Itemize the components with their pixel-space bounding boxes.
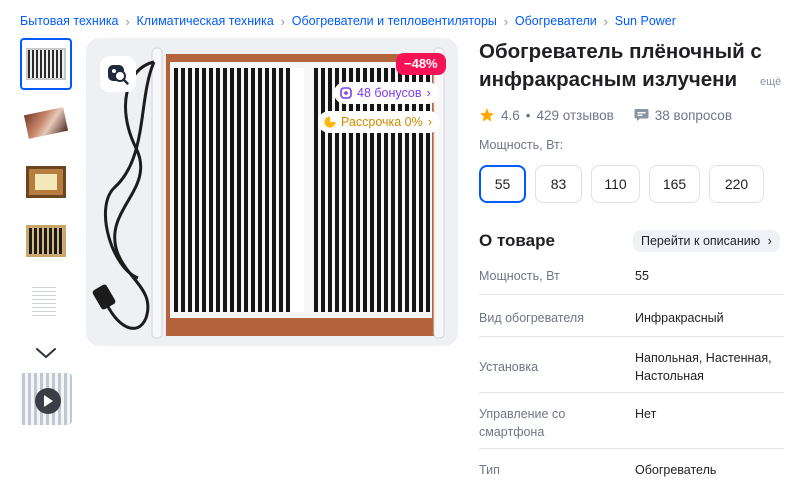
chat-icon	[634, 109, 649, 121]
chevron-right-icon: ›	[125, 13, 130, 29]
thumbnail-1[interactable]	[20, 38, 72, 90]
spec-row: Установка Напольная, Настенная, Настольн…	[479, 337, 784, 393]
spec-key: Мощность, Вт	[479, 269, 560, 283]
star-icon	[480, 108, 494, 122]
reviews-link[interactable]: 429 отзывов	[537, 108, 614, 123]
breadcrumb: Бытовая техника › Климатическая техника …	[20, 12, 676, 30]
thumbnail-image	[26, 48, 66, 80]
installment-badge-label: Рассрочка 0%	[341, 115, 423, 129]
dot-separator: •	[525, 107, 531, 123]
breadcrumb-item[interactable]: Климатическая техника	[137, 14, 274, 28]
thumbnail-video[interactable]	[20, 373, 72, 425]
spec-value: Нет	[635, 407, 657, 421]
power-label: Мощность, Вт:	[479, 138, 564, 152]
spec-key: Вид обогревателя	[479, 311, 584, 325]
power-option-165[interactable]: 165	[649, 165, 700, 203]
chevron-right-icon: ›	[603, 13, 608, 29]
thumbnail-image	[32, 284, 56, 316]
spec-value: Обогреватель	[635, 463, 717, 477]
questions-link[interactable]: 38 вопросов	[655, 108, 732, 123]
power-options: 55 83 110 165 220	[479, 165, 764, 203]
thumbnail-image	[23, 107, 69, 139]
rating-row: 4.6 • 429 отзывов 38 вопросов	[479, 106, 732, 124]
spec-key: Тип	[479, 463, 500, 477]
power-option-110[interactable]: 110	[591, 165, 640, 203]
chevron-right-icon: ›	[426, 85, 431, 100]
breadcrumb-item[interactable]: Sun Power	[615, 14, 676, 28]
breadcrumb-item[interactable]: Обогреватели и тепловентиляторы	[292, 14, 497, 28]
rating-value: 4.6	[501, 107, 520, 123]
specs-table: Мощность, Вт 55 Вид обогревателя Инфракр…	[479, 255, 784, 489]
bonus-badge[interactable]: 48 бонусов ›	[334, 82, 439, 104]
spec-value: Напольная, Настенная, Настольная	[635, 351, 772, 383]
power-option-83[interactable]: 83	[535, 165, 582, 203]
spec-value: 55	[635, 269, 649, 283]
image-search-icon	[108, 65, 129, 85]
go-to-description-button[interactable]: Перейти к описанию ›	[633, 230, 780, 252]
title-more-link[interactable]: ещё	[760, 76, 781, 88]
thumbnail-4[interactable]	[20, 215, 72, 267]
product-title-line-1: Обогреватель плёночный с	[479, 40, 762, 63]
bonus-coin-icon	[340, 87, 352, 99]
about-title: О товаре	[479, 231, 555, 250]
spec-row: Мощность, Вт 55	[479, 255, 784, 295]
chevron-right-icon: ›	[503, 13, 509, 29]
chevron-right-icon: ›	[280, 13, 285, 29]
thumbnails-next-button[interactable]	[20, 333, 72, 373]
chevron-down-icon	[36, 348, 56, 359]
go-to-description-label: Перейти к описанию	[641, 234, 761, 248]
product-title-line-2: инфракрасным излучени	[479, 68, 738, 91]
spec-value: Инфракрасный	[635, 311, 724, 325]
pie-icon	[324, 116, 336, 128]
spec-key: Установка	[479, 360, 539, 374]
breadcrumb-item[interactable]: Обогреватели	[515, 14, 597, 28]
thumbnail-5[interactable]	[20, 274, 72, 326]
installment-badge[interactable]: Рассрочка 0% ›	[318, 111, 441, 133]
spec-row: Вид обогревателя Инфракрасный	[479, 295, 784, 337]
breadcrumb-item[interactable]: Бытовая техника	[20, 14, 119, 28]
thumbnail-image	[26, 166, 66, 198]
image-search-button[interactable]	[100, 56, 136, 92]
power-option-220[interactable]: 220	[709, 165, 764, 203]
bonus-badge-label: 48 бонусов	[357, 86, 422, 100]
play-icon	[35, 388, 61, 414]
thumbnail-strip	[20, 38, 74, 432]
discount-badge: −48%	[396, 53, 446, 75]
chevron-right-icon: ›	[767, 234, 772, 248]
thumbnail-image	[26, 225, 66, 257]
power-option-55[interactable]: 55	[479, 165, 526, 203]
spec-row: Управление со смартфона Нет	[479, 393, 784, 449]
thumbnail-3[interactable]	[20, 156, 72, 208]
chevron-right-icon: ›	[427, 114, 433, 129]
product-title: Обогреватель плёночный с инфракрасным из…	[479, 38, 769, 94]
thumbnail-2[interactable]	[20, 97, 72, 149]
spec-key: Управление со смартфона	[479, 407, 566, 439]
spec-row: Тип Обогреватель	[479, 449, 784, 489]
